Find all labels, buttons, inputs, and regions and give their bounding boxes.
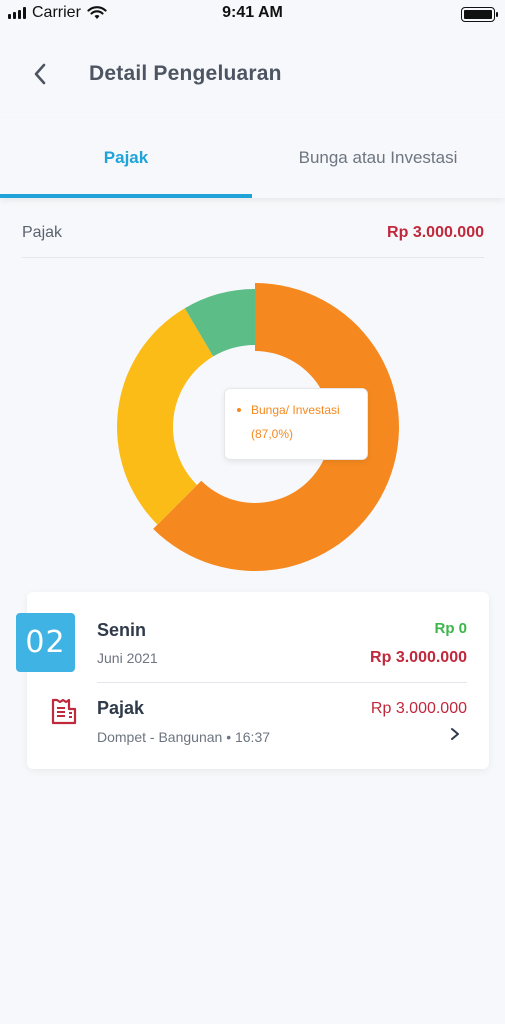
chevron-right-icon [451,728,459,740]
chevron-left-icon [34,63,46,85]
navigation-bar: Detail Pengeluaran [0,52,505,98]
receipt-icon [51,698,77,725]
summary-amount: Rp 3.000.000 [387,224,484,241]
battery-icon [461,7,498,22]
income-amount: Rp 0 [434,620,467,637]
summary-row: Pajak Rp 3.000.000 [22,220,484,258]
page-title: Detail Pengeluaran [89,62,282,85]
tooltip-dot [237,408,241,412]
transaction-day-card: 02 Senin Juni 2021 Rp 0 Rp 3.000.000 Paj… [16,592,489,769]
transaction-name: Pajak [97,698,145,718]
chart-tooltip: Bunga/ Investasi (87,0%) [224,388,368,460]
summary-label: Pajak [22,224,63,241]
transaction-row[interactable]: Pajak Dompet - Bangunan • 16:37 Rp 3.000… [27,683,489,769]
transaction-amount: Rp 3.000.000 [370,700,467,717]
tab-bar: Pajak Bunga atau Investasi [0,118,505,198]
date-badge: 02 [16,613,75,672]
tab-bunga-investasi[interactable]: Bunga atau Investasi [252,118,504,198]
tab-active-indicator [0,194,252,198]
day-name: Senin [97,620,147,640]
back-button[interactable] [22,56,58,92]
tooltip-value: (87,0%) [251,427,294,441]
transaction-meta: Dompet - Bangunan • 16:37 [97,729,271,745]
expense-total-amount: Rp 3.000.000 [370,649,467,666]
tab-pajak[interactable]: Pajak [0,118,252,198]
month-year: Juni 2021 [97,650,158,666]
status-bar: Carrier 9:41 AM [0,0,505,28]
donut-chart[interactable]: Bunga/ Investasi (87,0%) [110,278,400,572]
status-time: 9:41 AM [222,4,283,21]
tooltip-label: Bunga/ Investasi [251,403,340,417]
